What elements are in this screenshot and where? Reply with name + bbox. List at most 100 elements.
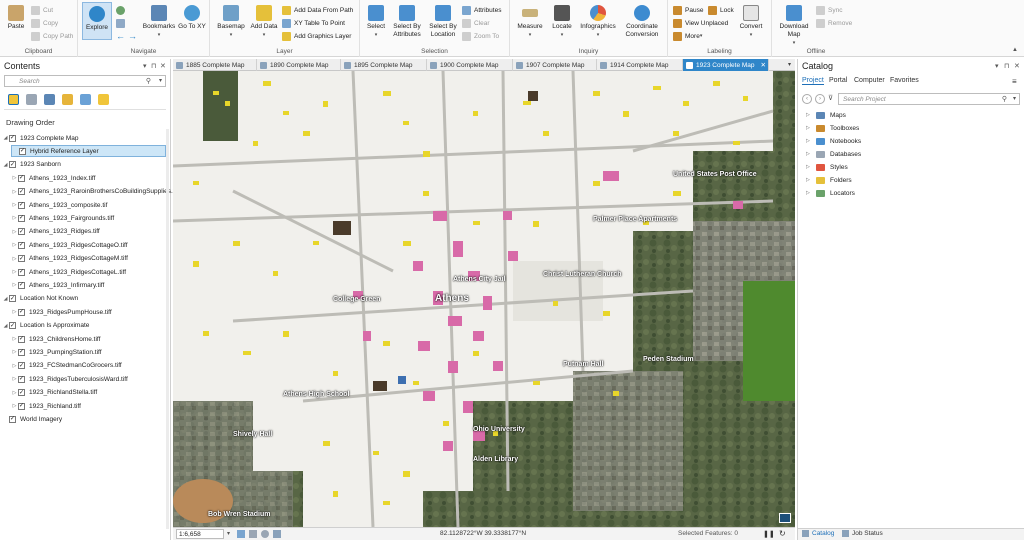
map-tab[interactable]: 1890 Complete Map xyxy=(257,59,341,71)
catalog-tab[interactable]: Computer xyxy=(854,77,885,84)
measure-button[interactable]: Measure ▾ xyxy=(514,5,546,39)
chevron-right-icon[interactable]: ▷ xyxy=(806,112,816,118)
chevron-right-icon[interactable]: ▷ xyxy=(806,190,816,196)
search-options-icon[interactable]: ▾ xyxy=(1013,95,1016,102)
list-by-drawing-order-icon[interactable] xyxy=(8,94,19,105)
layer-visibility-checkbox[interactable]: ✓ xyxy=(18,228,25,236)
pane-tab[interactable]: Catalog xyxy=(802,530,834,537)
layer-row[interactable]: ▷ ✓ Athens_1923_RidgesCottageM.tiff xyxy=(11,253,128,265)
chevron-down-icon[interactable]: ◢ xyxy=(2,162,9,168)
pane-options-icon[interactable]: ▾ xyxy=(143,62,147,70)
layer-row[interactable]: ▷ ✓ 1923_RichlandStella.tiff xyxy=(11,387,97,399)
layer-visibility-checkbox[interactable]: ✓ xyxy=(18,389,25,397)
layer-visibility-checkbox[interactable]: ✓ xyxy=(18,335,25,343)
layer-visibility-checkbox[interactable]: ✓ xyxy=(19,147,26,155)
remove-button[interactable]: Remove xyxy=(816,18,852,28)
grid-icon[interactable] xyxy=(249,530,257,538)
list-by-labeling-icon[interactable] xyxy=(98,94,109,105)
attributes-button[interactable]: Attributes xyxy=(462,5,501,15)
map-tab[interactable]: 1914 Complete Map xyxy=(597,59,683,71)
list-by-selection-icon[interactable] xyxy=(44,94,55,105)
chevron-down-icon[interactable]: ◢ xyxy=(2,323,9,329)
forward-icon[interactable]: › xyxy=(815,94,825,104)
add-graphics-layer-button[interactable]: Add Graphics Layer xyxy=(282,31,351,41)
layer-visibility-checkbox[interactable]: ✓ xyxy=(18,214,25,222)
fixed-zoom-icon[interactable] xyxy=(237,530,245,538)
cut-button[interactable]: Cut xyxy=(31,5,53,15)
pause-button[interactable]: Pause xyxy=(673,5,703,15)
back-button[interactable]: ← xyxy=(116,31,125,41)
contents-scrollbar[interactable] xyxy=(166,129,169,529)
map-tab[interactable]: 1907 Complete Map xyxy=(513,59,597,71)
chevron-right-icon[interactable]: ▷ xyxy=(11,376,18,382)
catalog-tab[interactable]: Portal xyxy=(829,77,847,84)
chevron-right-icon[interactable]: ▷ xyxy=(11,175,18,181)
go-to-xy-button[interactable]: Go To XY xyxy=(178,5,206,31)
layer-visibility-checkbox[interactable]: ✓ xyxy=(18,255,25,263)
layer-row[interactable]: ▷ ✓ Athens_1923_Infirmary.tiff xyxy=(11,279,104,291)
auto-hide-icon[interactable]: ⊓ xyxy=(151,62,156,70)
catalog-item[interactable]: ▷ Databases xyxy=(806,148,861,160)
chevron-right-icon[interactable]: ▷ xyxy=(806,151,816,157)
layer-row[interactable]: ▷ ✓ 1923_Richland.tiff xyxy=(11,400,81,412)
chevron-right-icon[interactable]: ▷ xyxy=(11,282,18,288)
layer-row[interactable]: ▷ ✓ Athens_1923_RaroinBrothersCoBuildingSu… xyxy=(11,186,180,198)
select-button[interactable]: Select ▾ xyxy=(364,5,388,39)
view-unplaced-button[interactable]: View Unplaced xyxy=(673,18,728,28)
zoom-to-button[interactable]: Zoom To xyxy=(462,31,499,41)
layer-visibility-checkbox[interactable]: ✓ xyxy=(18,308,25,316)
chevron-right-icon[interactable]: ▷ xyxy=(11,336,18,342)
chevron-right-icon[interactable]: ▷ xyxy=(11,269,18,275)
layer-visibility-checkbox[interactable]: ✓ xyxy=(9,295,16,303)
paste-button[interactable]: Paste xyxy=(5,5,27,31)
layer-visibility-checkbox[interactable]: ✓ xyxy=(9,161,16,169)
chevron-down-icon[interactable]: ◢ xyxy=(2,135,9,141)
collapse-ribbon-icon[interactable]: ▲ xyxy=(1012,47,1018,53)
layer-visibility-checkbox[interactable]: ✓ xyxy=(18,268,25,276)
list-by-data-source-icon[interactable] xyxy=(26,94,37,105)
chevron-right-icon[interactable]: ▷ xyxy=(11,349,18,355)
layer-row[interactable]: ▷ ✓ 1923_RidgesPumpHouse.tiff xyxy=(11,306,112,318)
layer-row[interactable]: ▷ ✓ 1923_RidgesTuberculosisWard.tiff xyxy=(11,373,128,385)
list-by-editing-icon[interactable] xyxy=(62,94,73,105)
layer-row[interactable]: ▷ ✓ Athens_1923_Fairgrounds.tiff xyxy=(11,212,114,224)
layer-visibility-checkbox[interactable]: ✓ xyxy=(18,375,25,383)
pause-drawing-icon[interactable]: ❚❚ xyxy=(763,530,775,538)
chevron-right-icon[interactable]: ▷ xyxy=(806,164,816,170)
layer-row[interactable]: ▷ ✓ Athens_1923_composite.tif xyxy=(11,199,107,211)
more-button[interactable]: More ▾ xyxy=(673,31,702,41)
layer-row[interactable]: ◢ ✓ Location Not Known xyxy=(2,293,78,305)
catalog-item[interactable]: ▷ Locators xyxy=(806,187,855,199)
chevron-right-icon[interactable]: ▷ xyxy=(11,189,18,195)
chevron-right-icon[interactable]: ▷ xyxy=(11,363,18,369)
chevron-right-icon[interactable]: ▷ xyxy=(11,242,18,248)
layer-visibility-checkbox[interactable]: ✓ xyxy=(18,362,25,370)
fixed-zoom-button[interactable] xyxy=(116,18,128,28)
close-tab-icon[interactable]: ✕ xyxy=(761,61,766,69)
close-icon[interactable]: ✕ xyxy=(1014,62,1020,70)
auto-hide-icon[interactable]: ⊓ xyxy=(1004,62,1009,70)
layer-visibility-checkbox[interactable]: ✓ xyxy=(18,281,25,289)
layer-visibility-checkbox[interactable]: ✓ xyxy=(9,415,16,423)
chevron-right-icon[interactable]: ▷ xyxy=(806,177,816,183)
catalog-item[interactable]: ▷ Styles xyxy=(806,161,848,173)
catalog-tab[interactable]: Project xyxy=(802,77,824,85)
chevron-right-icon[interactable]: ▷ xyxy=(11,229,18,235)
layer-visibility-checkbox[interactable]: ✓ xyxy=(18,241,25,249)
layer-row[interactable]: ◢ ✓ Location Is Approximate xyxy=(2,320,89,332)
chevron-right-icon[interactable]: ▷ xyxy=(11,215,18,221)
basemap-button[interactable]: Basemap ▾ xyxy=(216,5,246,39)
rotate-icon[interactable] xyxy=(261,530,269,538)
layer-visibility-checkbox[interactable]: ✓ xyxy=(18,348,25,356)
clear-button[interactable]: Clear xyxy=(462,18,490,28)
copy-button[interactable]: Copy xyxy=(31,18,58,28)
chevron-right-icon[interactable]: ▷ xyxy=(11,403,18,409)
catalog-tab[interactable]: Favorites xyxy=(890,77,919,84)
add-data-button[interactable]: Add Data ▾ xyxy=(250,5,278,39)
layer-visibility-checkbox[interactable]: ✓ xyxy=(18,188,25,196)
catalog-item[interactable]: ▷ Toolboxes xyxy=(806,122,859,134)
menu-icon[interactable]: ≡ xyxy=(1012,77,1017,86)
layer-row[interactable]: ✓ Hybrid Reference Layer xyxy=(11,145,166,158)
bookmarks-button[interactable]: Bookmarks ▾ xyxy=(142,5,176,39)
catalog-search-input[interactable]: Search Project ⚲ ▾ xyxy=(838,93,1020,105)
